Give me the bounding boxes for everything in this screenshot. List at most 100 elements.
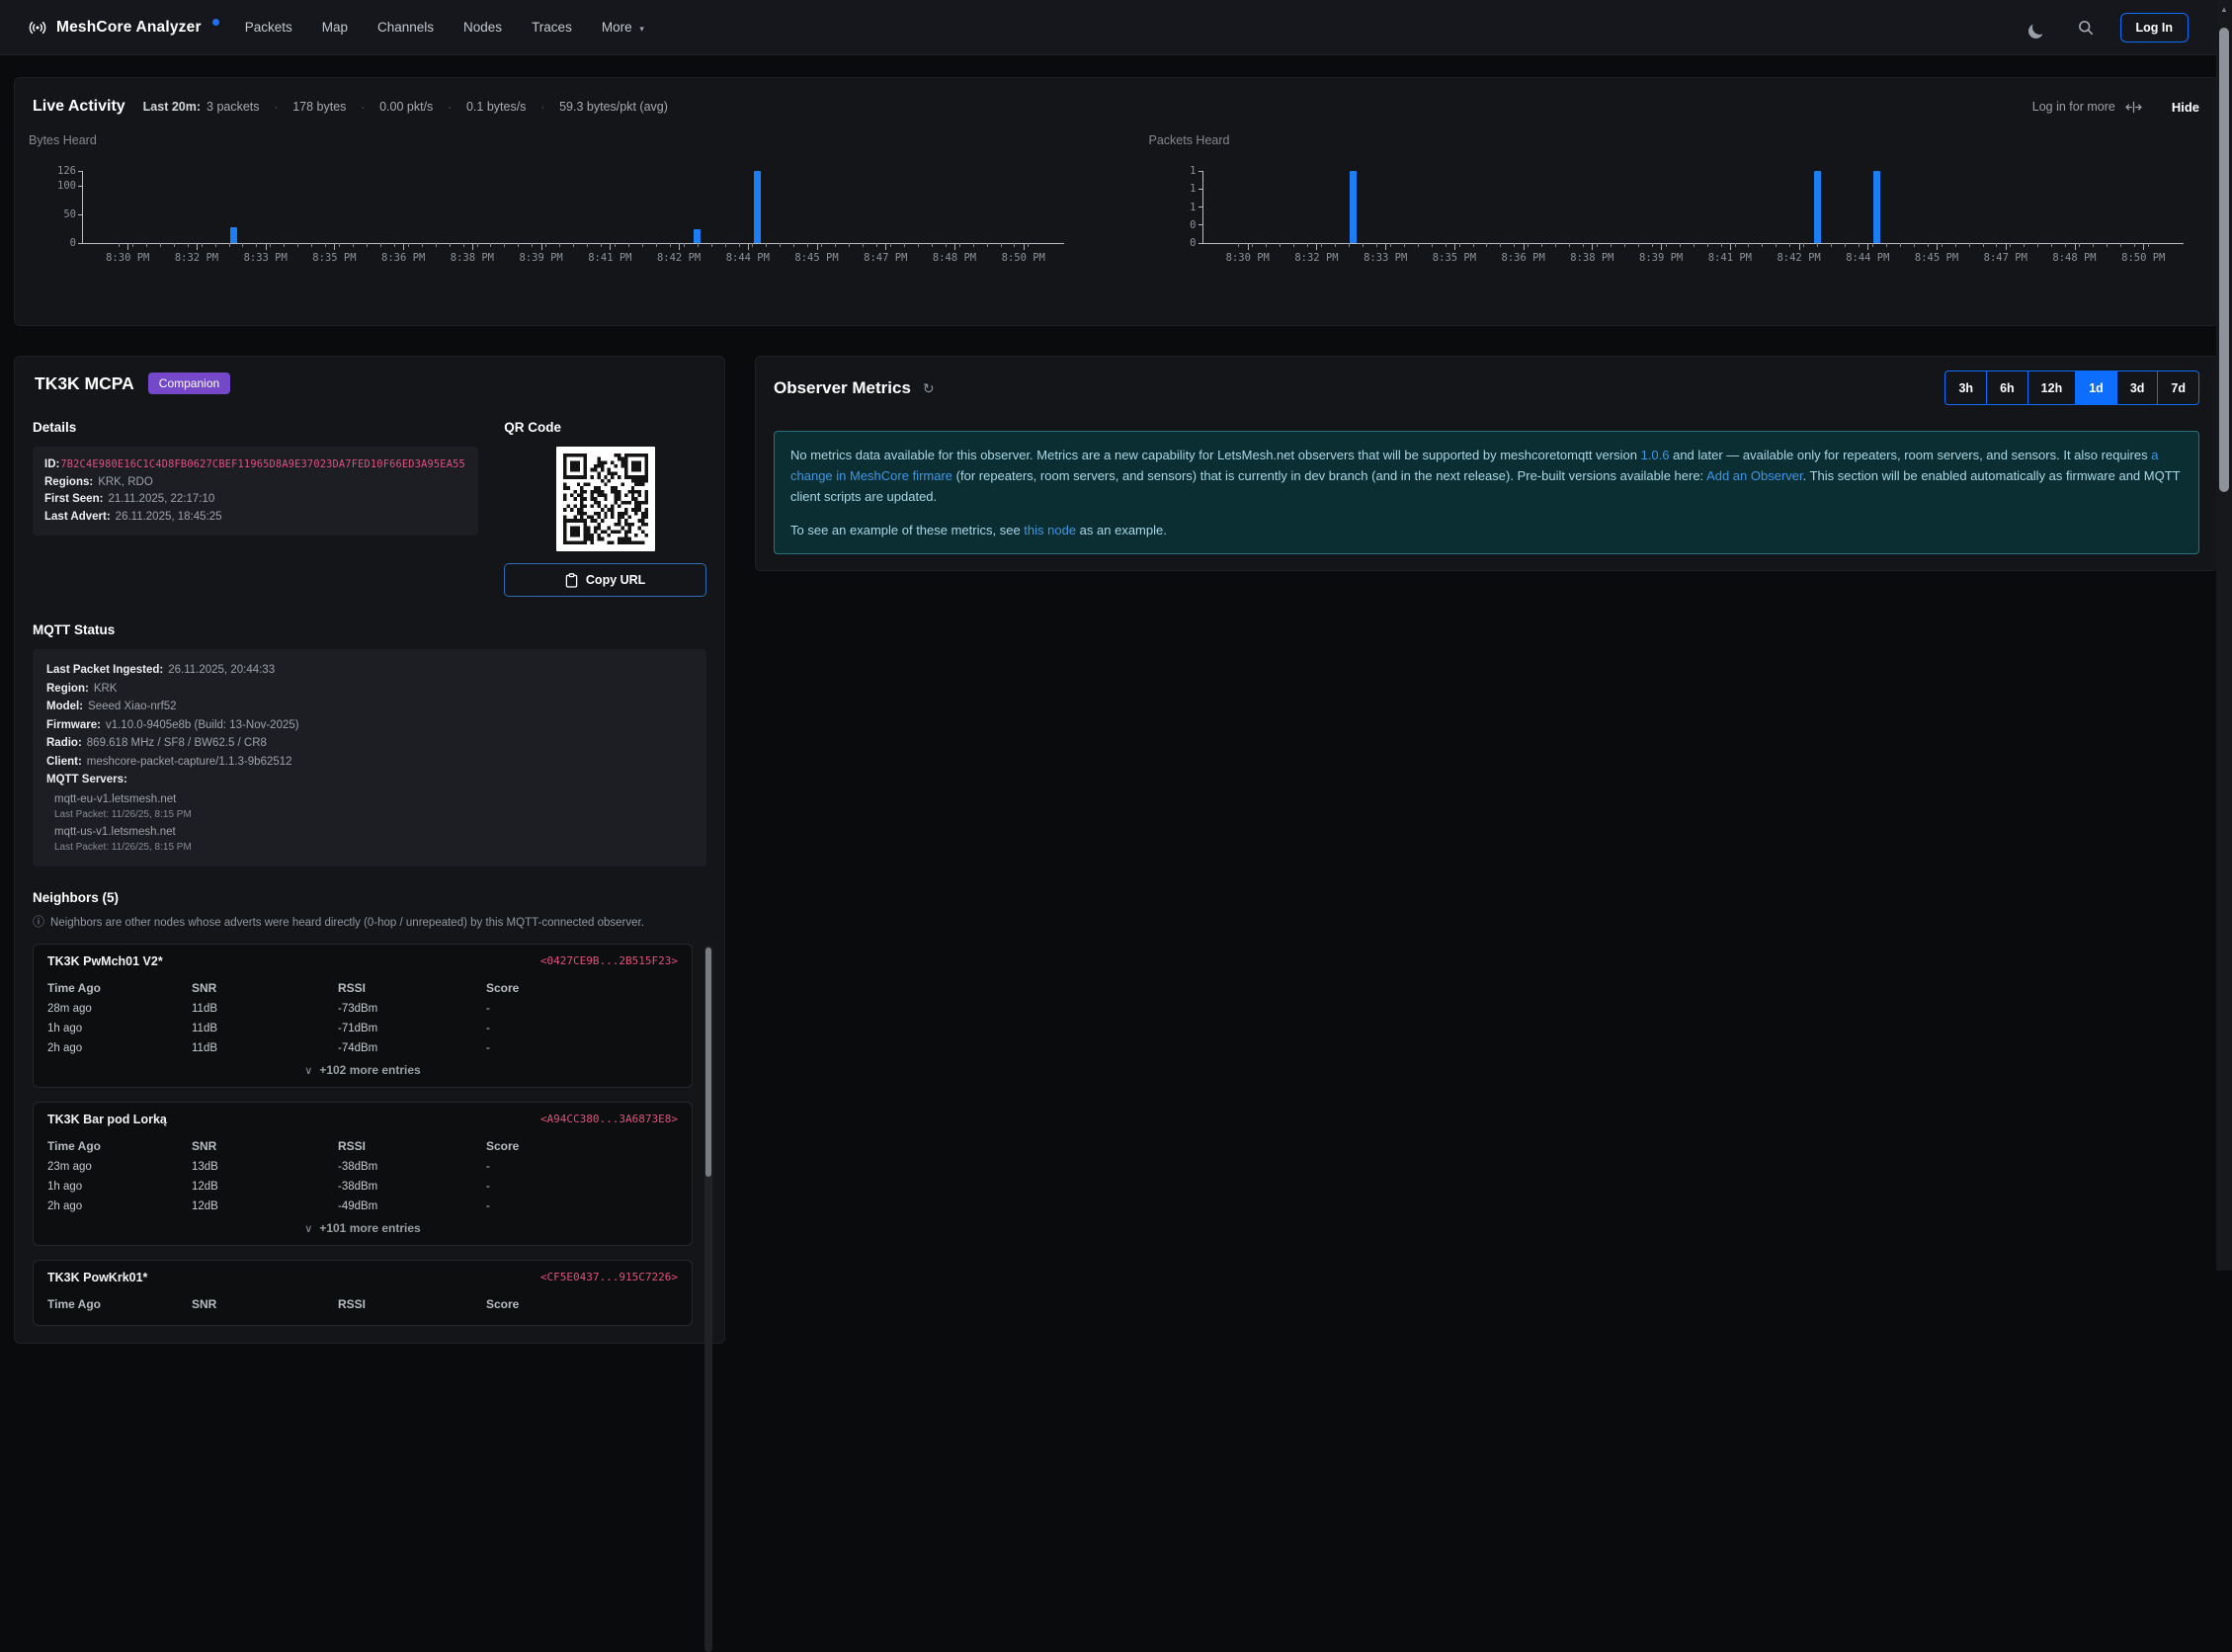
- search-icon[interactable]: [2077, 19, 2095, 37]
- x-axis-minor-tick: [2010, 243, 2011, 247]
- time-range-button-1d[interactable]: 1d: [2075, 371, 2117, 405]
- x-axis-minor-tick: [2079, 243, 2080, 247]
- table-cell: 1h ago: [47, 1019, 192, 1038]
- x-axis-minor-tick: [1541, 243, 1542, 247]
- x-axis-minor-tick: [918, 243, 919, 247]
- x-axis-major-tick: [1730, 243, 1731, 250]
- nav-item-map[interactable]: Map: [322, 20, 348, 35]
- x-axis-minor-tick: [160, 243, 161, 247]
- nav-item-traces[interactable]: Traces: [532, 20, 572, 35]
- dark-mode-toggle-moon-icon[interactable]: [2032, 20, 2047, 35]
- page-scrollbar-thumb[interactable]: [2219, 28, 2229, 492]
- live-activity-header: Live Activity Last 20m: 3 packets·178 by…: [15, 78, 2217, 122]
- x-axis-minor-tick: [2093, 243, 2094, 247]
- x-axis-tick-label: 8:39 PM: [1639, 252, 1683, 264]
- x-axis-tick-label: 8:50 PM: [2121, 252, 2165, 264]
- login-button[interactable]: Log In: [2120, 13, 2190, 42]
- time-range-button-12h[interactable]: 12h: [2027, 371, 2077, 405]
- nav-item-nodes[interactable]: Nodes: [463, 20, 502, 35]
- nav-item-channels[interactable]: Channels: [377, 20, 434, 35]
- notice-link[interactable]: this node: [1024, 523, 1076, 537]
- expand-horizontal-icon[interactable]: [2125, 101, 2142, 114]
- navbar: MeshCore Analyzer Packets Map Channels Node…: [0, 0, 2216, 55]
- x-axis-major-tick: [1454, 243, 1455, 250]
- login-for-more-label[interactable]: Log in for more: [2032, 100, 2115, 114]
- x-axis-tick-label: 8:32 PM: [1294, 252, 1338, 264]
- copy-url-button[interactable]: Copy URL: [504, 563, 706, 597]
- y-axis-tick-label: 0: [70, 237, 76, 249]
- x-axis-minor-tick: [119, 243, 120, 247]
- time-range-button-3h[interactable]: 3h: [1944, 371, 1987, 405]
- copy-url-label: Copy URL: [586, 573, 645, 587]
- x-axis-minor-tick: [973, 243, 974, 247]
- nav-item-packets[interactable]: Packets: [245, 20, 292, 35]
- notice-link[interactable]: 1.0.6: [1641, 448, 1670, 462]
- x-axis-minor-tick: [932, 243, 933, 247]
- nav-links: Packets Map Channels Nodes Traces More ▾: [245, 20, 644, 35]
- x-axis-tick-label: 8:30 PM: [106, 252, 149, 264]
- refresh-icon[interactable]: ↻: [923, 380, 935, 397]
- x-axis-minor-tick: [463, 243, 464, 247]
- time-range-button-3d[interactable]: 3d: [2116, 371, 2159, 405]
- x-axis-minor-tick: [1014, 243, 1015, 247]
- stat-separator: ·: [361, 102, 365, 114]
- x-axis-tick-label: 8:48 PM: [2052, 252, 2096, 264]
- x-axis-minor-tick: [242, 243, 243, 247]
- x-axis-tick-label: 8:36 PM: [1502, 252, 1545, 264]
- x-axis-minor-tick: [380, 243, 381, 247]
- notice-link[interactable]: a change in MeshCore firmare: [790, 448, 2158, 483]
- x-axis-minor-tick: [1694, 243, 1695, 247]
- x-axis-minor-tick: [1418, 243, 1419, 247]
- table-cell: 12dB: [192, 1177, 338, 1197]
- more-entries-button[interactable]: ∨+101 more entries: [47, 1221, 678, 1235]
- x-axis-minor-tick: [436, 243, 437, 247]
- x-axis-minor-tick: [1638, 243, 1639, 247]
- x-axis-tick-label: 8:33 PM: [1364, 252, 1407, 264]
- x-axis-major-tick: [748, 243, 749, 250]
- hide-button[interactable]: Hide: [2172, 100, 2199, 115]
- table-cell: -38dBm: [338, 1177, 486, 1197]
- column-header: Time Ago: [47, 977, 192, 999]
- x-axis-minor-tick: [353, 243, 354, 247]
- scrollbar-up-arrow-icon[interactable]: ▲: [2216, 5, 2232, 14]
- neighbor-card: TK3K PowKrk01*<CF5E0437...915C7226>Time …: [33, 1260, 693, 1326]
- column-header: Time Ago: [47, 1135, 192, 1157]
- x-axis-major-tick: [1524, 243, 1525, 250]
- more-entries-button[interactable]: ∨+102 more entries: [47, 1063, 678, 1077]
- x-axis-major-tick: [1661, 243, 1662, 250]
- brand[interactable]: MeshCore Analyzer: [28, 18, 219, 38]
- x-axis-minor-tick: [1748, 243, 1749, 247]
- x-axis-minor-tick: [1624, 243, 1625, 247]
- x-axis-minor-tick: [1969, 243, 1970, 247]
- live-activity-title: Live Activity: [33, 98, 125, 116]
- page-scrollbar[interactable]: ▲: [2216, 0, 2232, 1271]
- x-axis-major-tick: [1799, 243, 1800, 250]
- table-cell: -71dBm: [338, 1019, 486, 1038]
- neighbors-list: TK3K PwMch01 V2*<0427CE9B...2B515F23>Tim…: [33, 944, 712, 1326]
- x-axis-minor-tick: [1803, 243, 1804, 247]
- x-axis-minor-tick: [1293, 243, 1294, 247]
- table-cell: 11dB: [192, 999, 338, 1019]
- x-axis-minor-tick: [601, 243, 602, 247]
- y-axis-tick: [1199, 206, 1203, 207]
- x-axis-major-tick: [334, 243, 335, 250]
- neighbors-scrollbar-thumb[interactable]: [705, 948, 711, 1177]
- x-axis-minor-tick: [188, 243, 189, 247]
- neighbor-table-header: Time AgoSNRRSSIScore: [47, 1293, 678, 1315]
- notice-link[interactable]: Add an Observer: [1706, 468, 1803, 483]
- nav-item-more[interactable]: More ▾: [602, 20, 644, 35]
- x-axis-minor-tick: [1652, 243, 1653, 247]
- column-header: RSSI: [338, 977, 486, 999]
- neighbors-scrollbar[interactable]: [704, 946, 712, 1652]
- x-axis-minor-tick: [1266, 243, 1267, 247]
- x-axis-minor-tick: [1028, 243, 1029, 247]
- table-cell: -: [486, 1038, 678, 1058]
- table-cell: 11dB: [192, 1038, 338, 1058]
- stat-separator: ·: [540, 102, 544, 114]
- details-box: ID:7B2C4E980E16C1C4D8FB0627CBEF11965D8A9…: [33, 447, 478, 536]
- time-range-button-6h[interactable]: 6h: [1986, 371, 2028, 405]
- time-range-button-7d[interactable]: 7d: [2157, 371, 2199, 405]
- neighbor-table-row: 2h ago12dB-49dBm-: [47, 1197, 678, 1216]
- detail-field: First Seen:21.11.2025, 22:17:10: [44, 491, 466, 509]
- stat-separator: ·: [275, 102, 279, 114]
